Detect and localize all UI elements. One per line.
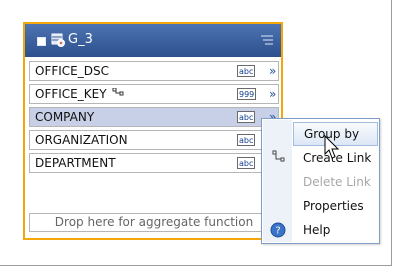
menu-item-properties[interactable]: Properties [293,194,378,218]
field-label: ORGANIZATION [35,133,128,147]
field-row-office-key[interactable]: OFFICE_KEY 999 » [29,84,279,104]
panel-menu-icon[interactable] [260,34,274,46]
field-row-office-dsc[interactable]: OFFICE_DSC abc » [29,61,279,81]
field-label: OFFICE_DSC [35,64,109,78]
help-icon: ? [270,222,286,238]
collapse-icon[interactable] [37,37,46,46]
field-label-text: OFFICE_KEY [35,87,107,101]
link-icon [272,150,285,162]
expand-arrow-icon[interactable]: » [269,64,276,78]
group-panel-g3[interactable]: G_3 OFFICE_DSC abc » OFFICE_KEY 999 » CO… [23,22,283,240]
string-type-icon: abc [237,134,256,146]
key-link-icon [112,88,124,96]
string-type-icon: abc [237,65,256,77]
field-label: DEPARTMENT [35,156,116,170]
svg-text:?: ? [275,226,280,237]
menu-item-help[interactable]: Help [293,218,378,242]
group-header[interactable]: G_3 [25,24,281,57]
expand-arrow-icon[interactable]: » [269,87,276,101]
number-type-icon: 999 [237,88,257,100]
field-label: OFFICE_KEY [35,87,124,101]
mouse-pointer-icon [324,135,340,159]
field-row-department[interactable]: DEPARTMENT abc » [29,153,279,173]
string-type-icon: abc [237,157,256,169]
string-type-icon: abc [237,111,256,123]
group-title: G_3 [68,32,93,47]
field-list: OFFICE_DSC abc » OFFICE_KEY 999 » COMPAN… [29,61,279,176]
field-row-organization[interactable]: ORGANIZATION abc » [29,130,279,150]
context-menu: Group by Create Link Delete Link Propert… [261,118,380,244]
field-label: COMPANY [35,110,95,124]
aggregate-drop-zone[interactable]: Drop here for aggregate function [29,213,279,232]
menu-item-delete-link[interactable]: Delete Link [293,170,378,194]
field-row-company[interactable]: COMPANY abc » [29,107,279,127]
group-table-icon [51,33,65,47]
